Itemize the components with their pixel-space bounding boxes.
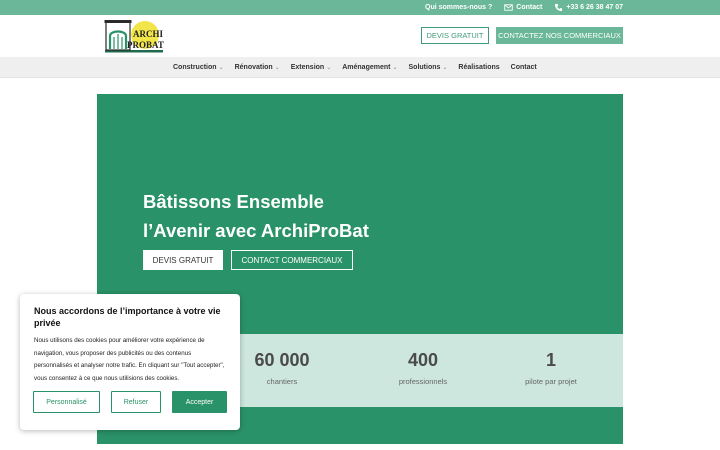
- chevron-down-icon: ⌄: [326, 65, 332, 71]
- nav-item-label: Construction: [173, 64, 217, 71]
- logo-text-probat: PROBAT: [127, 40, 164, 50]
- main-nav: Construction ⌄ Rénovation ⌄ Extension ⌄ Amé…: [0, 57, 720, 78]
- about-link[interactable]: Qui sommes-nous ?: [425, 4, 492, 11]
- nav-item-label: Réalisations: [458, 64, 500, 71]
- cookie-title: Nous accordons de l’importance à votre v…: [34, 306, 221, 328]
- chevron-down-icon: ⌄: [392, 65, 398, 71]
- about-link-label: Qui sommes-nous ?: [425, 4, 493, 11]
- nav-item-label: Rénovation: [234, 64, 273, 71]
- cookie-reject-button[interactable]: Refuser: [111, 391, 161, 413]
- cookie-consent-dialog: Nous accordons de l’importance à votre v…: [20, 294, 240, 430]
- hero-title-line-2: l’Avenir avec ArchiProBat: [143, 220, 369, 241]
- nav-item-realisations[interactable]: Réalisations: [458, 64, 499, 71]
- hero-title: Bâtissons Ensemble l’Avenir avec ArchiPr…: [143, 187, 369, 245]
- logo-text-archi: ARCHI: [133, 29, 163, 39]
- cookie-text: Nous utilisons des cookies pour améliore…: [34, 337, 225, 382]
- cookie-customize-label: Personnalisé: [46, 398, 87, 406]
- nav-item-construction[interactable]: Construction ⌄: [173, 64, 224, 71]
- phone-link[interactable]: +33 6 26 38 47 07: [554, 3, 623, 12]
- header-quote-button[interactable]: DEVIS GRATUIT: [421, 27, 489, 44]
- nav-item-solutions[interactable]: Solutions ⌄: [409, 64, 448, 71]
- phone-number: +33 6 26 38 47 07: [566, 4, 623, 11]
- header-contact-label: CONTACTEZ NOS COMMERCIAUX: [498, 31, 621, 40]
- nav-item-label: Solutions: [408, 64, 441, 71]
- top-bar: Qui sommes-nous ? Contact +33 6 26 38 47…: [0, 0, 720, 15]
- hero-title-line-1: Bâtissons Ensemble: [143, 191, 324, 212]
- nav-item-contact[interactable]: Contact: [511, 64, 537, 71]
- top-bar-links: Qui sommes-nous ? Contact +33 6 26 38 47…: [425, 0, 623, 15]
- stat-pilote: 1 pilote par projet: [486, 334, 616, 386]
- stat-professionnels: 400 professionnels: [358, 334, 488, 386]
- nav-item-label: Contact: [510, 64, 537, 71]
- contact-link-label: Contact: [516, 4, 543, 11]
- header-contact-button[interactable]: CONTACTEZ NOS COMMERCIAUX: [496, 27, 623, 44]
- hero-contact-button[interactable]: CONTACT COMMERCIAUX: [231, 250, 353, 270]
- cookie-accept-button[interactable]: Accepter: [172, 391, 227, 413]
- cookie-reject-label: Refuser: [123, 398, 149, 406]
- nav-item-renovation[interactable]: Rénovation ⌄: [235, 64, 280, 71]
- hero-contact-label: CONTACT COMMERCIAUX: [241, 255, 343, 265]
- site-header: ARCHI PROBAT DEVIS GRATUIT CONTACTEZ NOS…: [0, 15, 720, 57]
- cookie-customize-button[interactable]: Personnalisé: [33, 391, 100, 413]
- hero-quote-button[interactable]: DEVIS GRATUIT: [143, 250, 223, 270]
- nav-item-label: Aménagement: [342, 64, 391, 71]
- nav-item-label: Extension: [290, 64, 325, 71]
- stat-label: professionnels: [398, 377, 448, 386]
- contact-link[interactable]: Contact: [504, 3, 542, 12]
- phone-icon: [555, 3, 563, 12]
- nav-items: Construction ⌄ Rénovation ⌄ Extension ⌄ Amé…: [173, 57, 537, 78]
- chevron-down-icon: ⌄: [442, 65, 448, 71]
- nav-item-extension[interactable]: Extension ⌄: [291, 64, 331, 71]
- stat-label: pilote par projet: [525, 377, 577, 386]
- chevron-down-icon: ⌄: [274, 65, 280, 71]
- archiprobat-logo[interactable]: ARCHI PROBAT: [103, 18, 165, 53]
- stat-value: 400: [407, 350, 439, 370]
- header-quote-label: DEVIS GRATUIT: [426, 31, 484, 40]
- mail-icon: [504, 4, 514, 11]
- cookie-accept-label: Accepter: [185, 398, 214, 406]
- nav-item-amenagement[interactable]: Aménagement ⌄: [342, 64, 397, 71]
- hero-quote-label: DEVIS GRATUIT: [152, 255, 214, 265]
- chevron-down-icon: ⌄: [218, 65, 224, 71]
- stat-value: 1: [545, 350, 556, 370]
